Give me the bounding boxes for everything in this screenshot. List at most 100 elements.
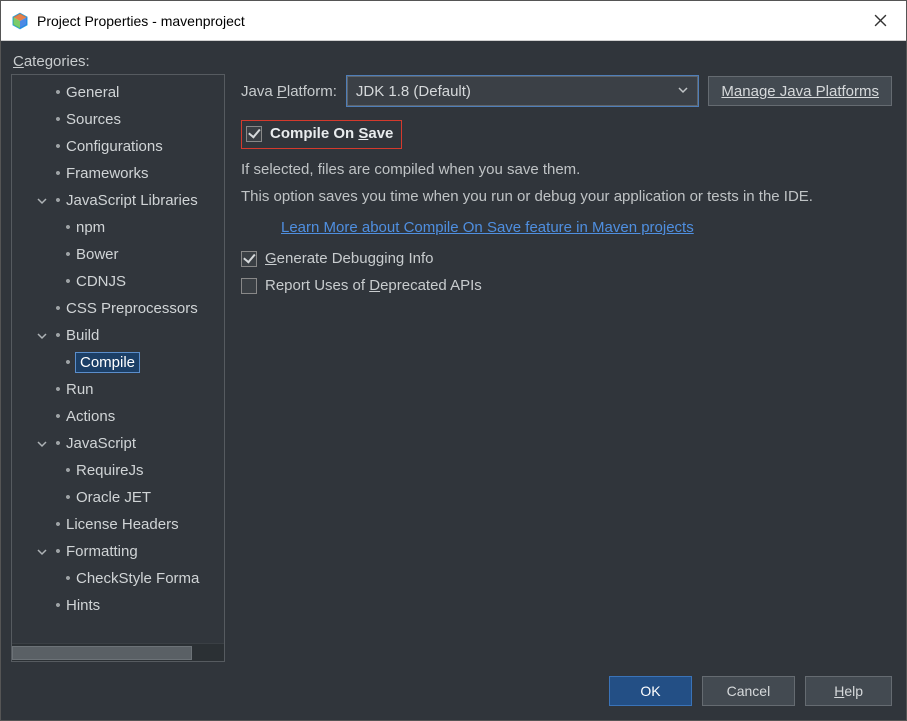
dialog-body: Categories: •General•Sources•Configurati…	[1, 41, 906, 720]
categories-tree[interactable]: •General•Sources•Configurations•Framewor…	[12, 75, 224, 643]
bullet-icon: •	[50, 408, 66, 425]
java-platform-value: JDK 1.8 (Default)	[356, 83, 471, 100]
tree-item-label: Frameworks	[66, 165, 149, 182]
tree-item-javascript[interactable]: •JavaScript	[12, 430, 224, 457]
tree-item-label: Compile	[76, 353, 139, 372]
window-title: Project Properties - mavenproject	[37, 13, 864, 29]
tree-item-label: Oracle JET	[76, 489, 151, 506]
bullet-icon: •	[50, 516, 66, 533]
compile-on-save-label: Compile On Save	[270, 125, 393, 142]
compile-on-save-desc2: This option saves you time when you run …	[241, 188, 892, 205]
tree-item-label: Configurations	[66, 138, 163, 155]
categories-label: Categories:	[13, 53, 896, 70]
content-area: Categories: •General•Sources•Configurati…	[1, 41, 906, 662]
bullet-icon: •	[60, 219, 76, 236]
columns: •General•Sources•Configurations•Framewor…	[11, 74, 896, 662]
compile-on-save-checkbox[interactable]	[246, 126, 262, 142]
tree-item-bower[interactable]: •Bower	[12, 241, 224, 268]
dialog-footer: OK Cancel Help	[1, 662, 906, 720]
bullet-icon: •	[60, 273, 76, 290]
tree-item-label: RequireJs	[76, 462, 144, 479]
tree-item-label: Hints	[66, 597, 100, 614]
bullet-icon: •	[50, 138, 66, 155]
bullet-icon: •	[50, 192, 66, 209]
tree-item-label: Sources	[66, 111, 121, 128]
main-panel: Java Platform: JDK 1.8 (Default) Manage …	[225, 74, 896, 662]
tree-item-label: Run	[66, 381, 94, 398]
ok-button[interactable]: OK	[609, 676, 691, 706]
chevron-down-icon	[677, 83, 689, 100]
tree-item-label: CDNJS	[76, 273, 126, 290]
titlebar: Project Properties - mavenproject	[1, 1, 906, 41]
chevron-down-icon[interactable]	[34, 196, 50, 206]
bullet-icon: •	[50, 381, 66, 398]
tree-item-label: License Headers	[66, 516, 179, 533]
tree-item-npm[interactable]: •npm	[12, 214, 224, 241]
bullet-icon: •	[60, 489, 76, 506]
tree-item-css-preprocessors[interactable]: •CSS Preprocessors	[12, 295, 224, 322]
tree-item-label: Actions	[66, 408, 115, 425]
tree-item-label: CheckStyle Forma	[76, 570, 199, 587]
tree-item-actions[interactable]: •Actions	[12, 403, 224, 430]
sidebar-horizontal-scrollbar[interactable]	[12, 643, 224, 661]
manage-platforms-button[interactable]: Manage Java Platforms	[708, 76, 892, 106]
cancel-button[interactable]: Cancel	[702, 676, 796, 706]
tree-item-configurations[interactable]: •Configurations	[12, 133, 224, 160]
bullet-icon: •	[50, 300, 66, 317]
generate-debug-checkbox[interactable]	[241, 251, 257, 267]
bullet-icon: •	[60, 354, 76, 371]
tree-item-label: JavaScript	[66, 435, 136, 452]
report-deprecated-row: Report Uses of Deprecated APIs	[241, 277, 892, 294]
categories-sidebar: •General•Sources•Configurations•Framewor…	[11, 74, 225, 662]
tree-item-label: Bower	[76, 246, 119, 263]
bullet-icon: •	[50, 84, 66, 101]
report-deprecated-checkbox[interactable]	[241, 278, 257, 294]
scrollbar-thumb[interactable]	[12, 646, 192, 660]
chevron-down-icon[interactable]	[34, 331, 50, 341]
generate-debug-row: Generate Debugging Info	[241, 250, 892, 267]
learn-more-link[interactable]: Learn More about Compile On Save feature…	[281, 219, 892, 236]
tree-item-run[interactable]: •Run	[12, 376, 224, 403]
tree-item-label: JavaScript Libraries	[66, 192, 198, 209]
bullet-icon: •	[50, 327, 66, 344]
tree-item-general[interactable]: •General	[12, 79, 224, 106]
help-button[interactable]: Help	[805, 676, 892, 706]
report-deprecated-label: Report Uses of Deprecated APIs	[265, 277, 482, 294]
tree-item-sources[interactable]: •Sources	[12, 106, 224, 133]
tree-item-compile[interactable]: •Compile	[12, 349, 224, 376]
tree-item-cdnjs[interactable]: •CDNJS	[12, 268, 224, 295]
tree-item-label: Build	[66, 327, 99, 344]
dialog-window: Project Properties - mavenproject Catego…	[0, 0, 907, 721]
bullet-icon: •	[60, 570, 76, 587]
tree-item-hints[interactable]: •Hints	[12, 592, 224, 619]
bullet-icon: •	[60, 246, 76, 263]
chevron-down-icon[interactable]	[34, 547, 50, 557]
compile-on-save-desc1: If selected, files are compiled when you…	[241, 161, 892, 178]
tree-item-label: Formatting	[66, 543, 138, 560]
bullet-icon: •	[50, 597, 66, 614]
tree-item-formatting[interactable]: •Formatting	[12, 538, 224, 565]
tree-item-label: General	[66, 84, 119, 101]
bullet-icon: •	[50, 165, 66, 182]
bullet-icon: •	[50, 111, 66, 128]
app-logo-icon	[11, 12, 29, 30]
tree-item-frameworks[interactable]: •Frameworks	[12, 160, 224, 187]
java-platform-label: Java Platform:	[241, 83, 337, 100]
chevron-down-icon[interactable]	[34, 439, 50, 449]
bullet-icon: •	[50, 435, 66, 452]
tree-item-javascript-libraries[interactable]: •JavaScript Libraries	[12, 187, 224, 214]
tree-item-label: npm	[76, 219, 105, 236]
tree-item-checkstyle-forma[interactable]: •CheckStyle Forma	[12, 565, 224, 592]
bullet-icon: •	[50, 543, 66, 560]
close-button[interactable]	[864, 5, 896, 37]
tree-item-oracle-jet[interactable]: •Oracle JET	[12, 484, 224, 511]
tree-item-label: CSS Preprocessors	[66, 300, 198, 317]
java-platform-row: Java Platform: JDK 1.8 (Default) Manage …	[241, 76, 892, 106]
java-platform-combo[interactable]: JDK 1.8 (Default)	[347, 76, 699, 106]
generate-debug-label: Generate Debugging Info	[265, 250, 433, 267]
tree-item-license-headers[interactable]: •License Headers	[12, 511, 224, 538]
tree-item-build[interactable]: •Build	[12, 322, 224, 349]
compile-on-save-highlight: Compile On Save	[241, 120, 402, 149]
bullet-icon: •	[60, 462, 76, 479]
tree-item-requirejs[interactable]: •RequireJs	[12, 457, 224, 484]
